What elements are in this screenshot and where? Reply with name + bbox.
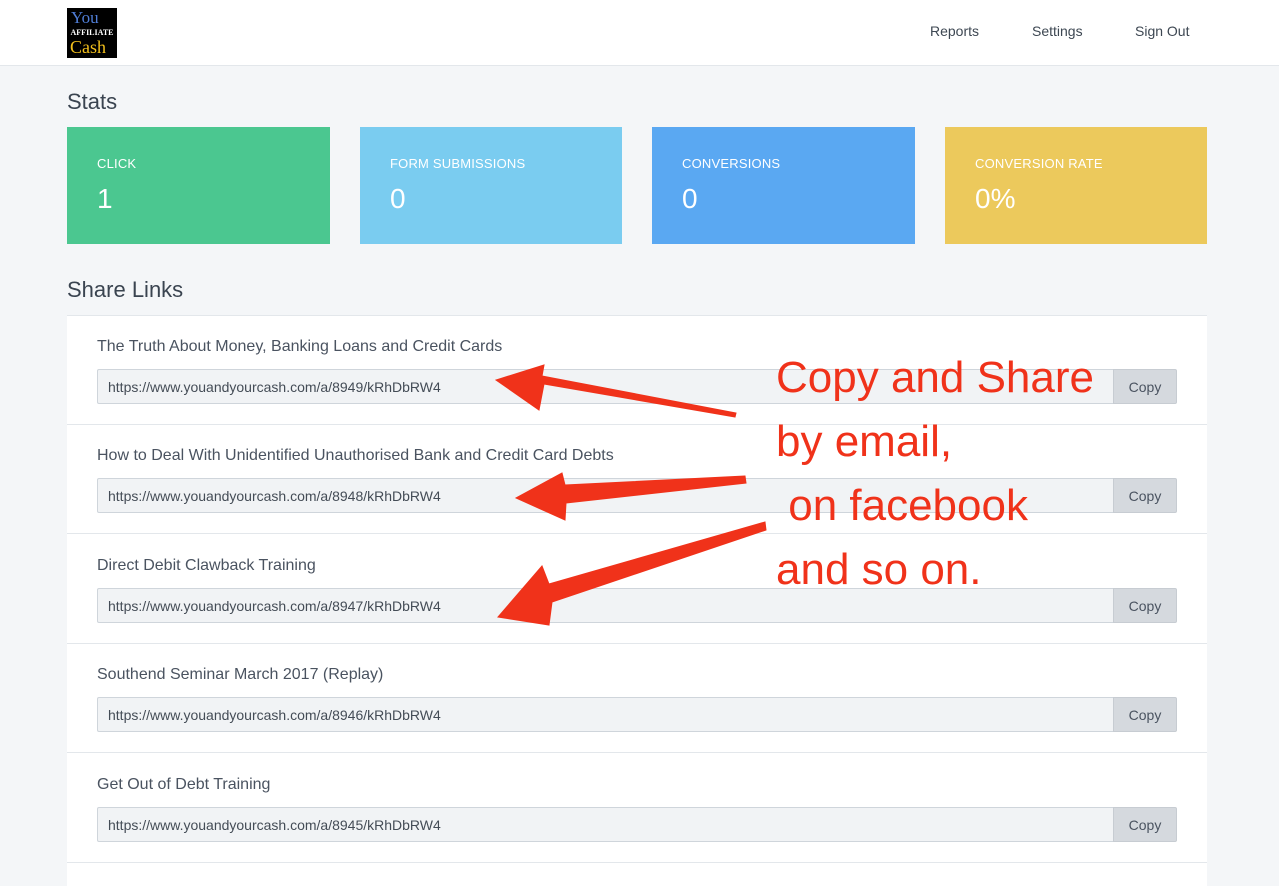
share-link-row: Direct Debit Clawback Training Copy: [67, 535, 1207, 644]
nav-link-sign-out[interactable]: Sign Out: [1135, 23, 1189, 39]
share-links-panel: The Truth About Money, Banking Loans and…: [67, 315, 1207, 886]
logo-text-you: You: [71, 8, 99, 27]
affiliate-logo[interactable]: You AFFILIATE Cash: [67, 8, 117, 58]
share-links-heading: Share Links: [67, 277, 184, 302]
share-link-title: How to Deal With Unidentified Unauthoris…: [97, 447, 614, 464]
nav-link-reports[interactable]: Reports: [930, 23, 979, 39]
stat-value: 0: [390, 183, 406, 214]
copy-button[interactable]: Copy: [1113, 369, 1177, 404]
share-link-row: Get Out of Debt Training Copy: [67, 754, 1207, 863]
copy-button[interactable]: Copy: [1113, 807, 1177, 842]
stat-label: CONVERSION RATE: [975, 156, 1103, 171]
share-link-url-field[interactable]: [97, 807, 1113, 842]
share-link-row: How to Deal With Unidentified Unauthoris…: [67, 425, 1207, 534]
logo-text-cash: Cash: [70, 37, 106, 57]
copy-button[interactable]: Copy: [1113, 588, 1177, 623]
stat-label: CONVERSIONS: [682, 156, 781, 171]
stats-heading: Stats: [67, 89, 118, 114]
stat-card-form-submissions: FORM SUBMISSIONS 0: [360, 127, 622, 244]
stat-card-conversions: CONVERSIONS 0: [652, 127, 915, 244]
share-link-title: Get Out of Debt Training: [97, 776, 271, 793]
share-link-url-field[interactable]: [97, 369, 1113, 404]
top-navbar: You AFFILIATE Cash Reports Settings Sign…: [0, 0, 1279, 66]
stat-value: 0: [682, 183, 698, 214]
share-link-url-field[interactable]: [97, 697, 1113, 732]
share-link-title: Direct Debit Clawback Training: [97, 557, 316, 574]
share-link-row: Southend Seminar March 2017 (Replay) Cop…: [67, 644, 1207, 753]
stat-card-conversion-rate: CONVERSION RATE 0%: [945, 127, 1207, 244]
copy-button[interactable]: Copy: [1113, 478, 1177, 513]
stat-label: CLICK: [97, 156, 137, 171]
share-link-title: Southend Seminar March 2017 (Replay): [97, 666, 384, 683]
share-link-url-field[interactable]: [97, 588, 1113, 623]
share-link-url-field[interactable]: [97, 478, 1113, 513]
stat-card-click: CLICK 1: [67, 127, 330, 244]
logo-text-affiliate: AFFILIATE: [70, 28, 114, 37]
stat-label: FORM SUBMISSIONS: [390, 156, 526, 171]
nav-link-settings[interactable]: Settings: [1032, 23, 1083, 39]
copy-button[interactable]: Copy: [1113, 697, 1177, 732]
stat-value: 1: [97, 183, 113, 214]
share-link-title: The Truth About Money, Banking Loans and…: [97, 338, 503, 355]
share-link-row: The Truth About Money, Banking Loans and…: [67, 316, 1207, 425]
stat-value: 0%: [975, 183, 1016, 214]
